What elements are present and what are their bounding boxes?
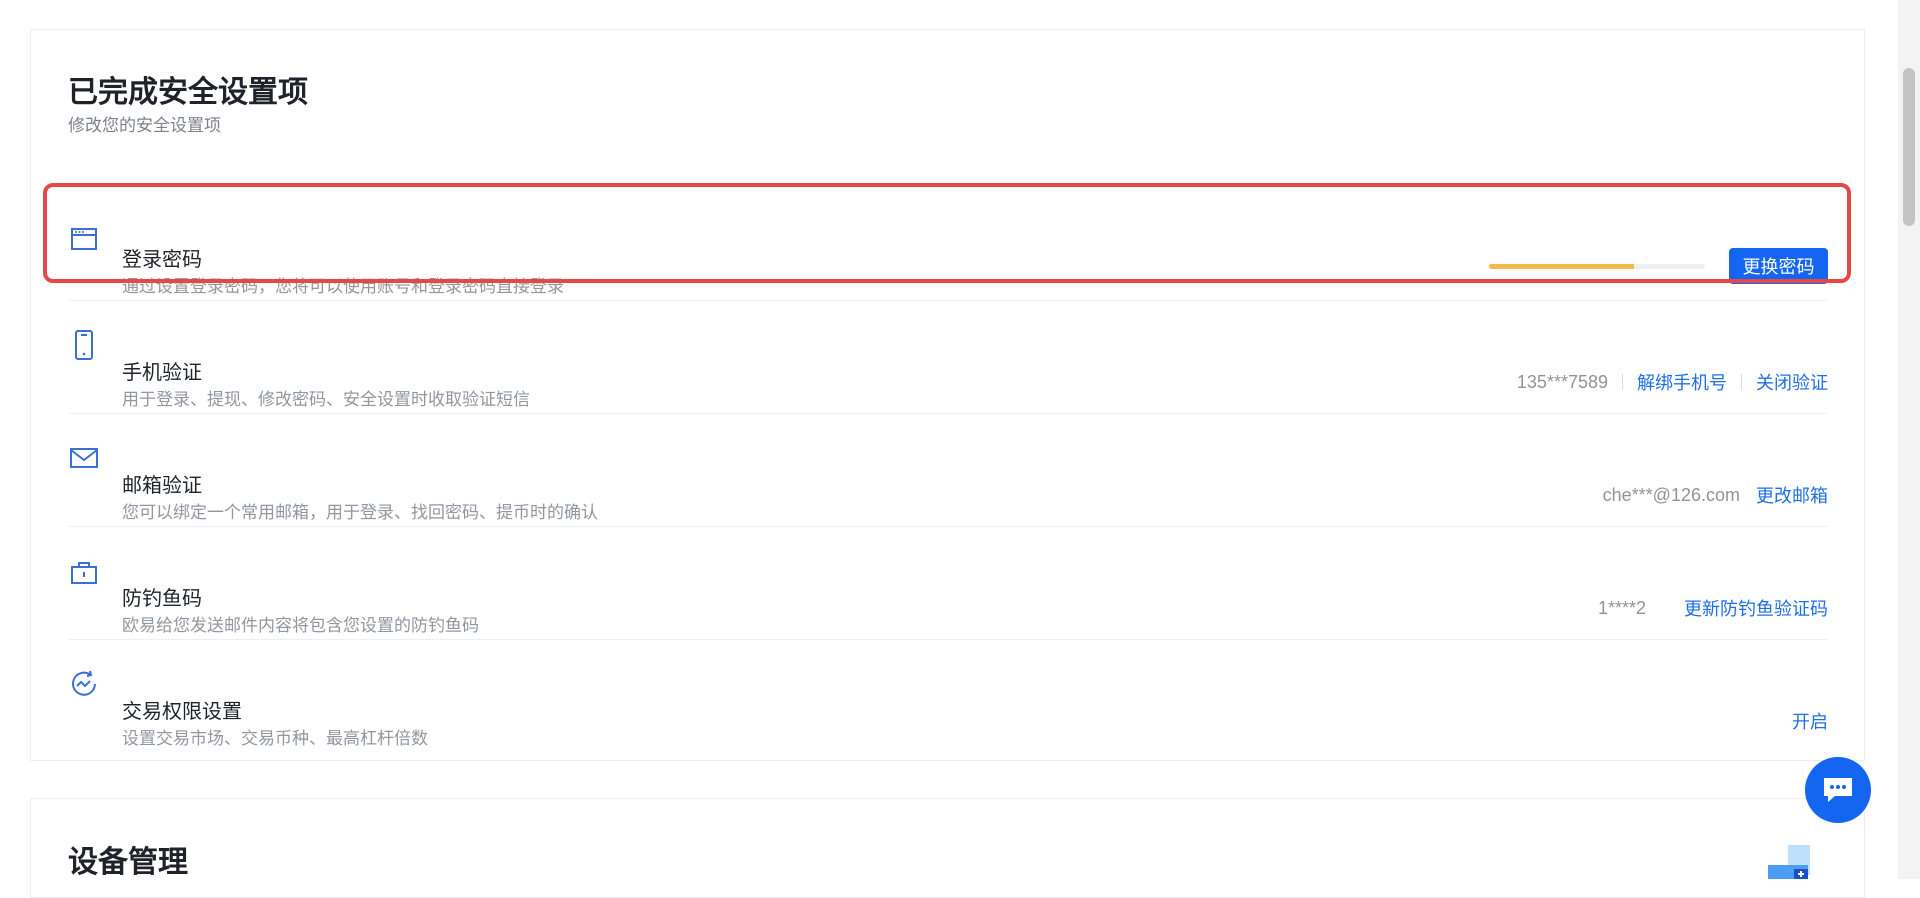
floating-widget-icon[interactable] <box>1764 845 1820 879</box>
anti-phishing-lock-icon <box>68 555 100 587</box>
enable-trade-permission-link[interactable]: 开启 <box>1792 708 1828 734</box>
divider <box>1622 374 1623 390</box>
update-anti-phishing-code-link[interactable]: 更新防钓鱼验证码 <box>1684 595 1828 621</box>
change-email-link[interactable]: 更改邮箱 <box>1756 482 1828 508</box>
chat-bubble-icon <box>1824 778 1852 802</box>
section-title: 设备管理 <box>68 846 188 879</box>
mobile-phone-icon <box>68 329 100 361</box>
item-description: 欧易给您发送邮件内容将包含您设置的防钓鱼码 <box>122 616 479 635</box>
envelope-icon <box>68 442 100 474</box>
item-name: 交易权限设置 <box>122 701 242 723</box>
section-title: 已完成安全设置项 <box>68 76 308 109</box>
scrollbar-thumb[interactable] <box>1903 68 1915 226</box>
row-email-verification: 邮箱验证 您可以绑定一个常用邮箱，用于登录、找回密码、提币时的确认 che***… <box>68 414 1828 527</box>
highlight-box-login-password <box>43 183 1851 283</box>
security-settings-card: 已完成安全设置项 修改您的安全设置项 登录密码 通过设置登录密码，您将可以使用账… <box>30 29 1865 761</box>
trade-permission-actions: 开启 <box>1792 708 1828 734</box>
masked-anti-phishing-code: 1****2 <box>1597 597 1646 618</box>
row-phone-verification: 手机验证 用于登录、提现、修改密码、安全设置时收取验证短信 135***7589… <box>68 301 1828 414</box>
divider <box>1741 374 1742 390</box>
row-anti-phishing-code: 防钓鱼码 欧易给您发送邮件内容将包含您设置的防钓鱼码 1****2 更新防钓鱼验… <box>68 527 1828 640</box>
vertical-scrollbar[interactable] <box>1898 0 1920 879</box>
masked-phone-number: 135***7589 <box>1516 371 1608 392</box>
item-description: 用于登录、提现、修改密码、安全设置时收取验证短信 <box>122 390 530 409</box>
item-description: 您可以绑定一个常用邮箱，用于登录、找回密码、提币时的确认 <box>122 503 598 522</box>
row-trade-permission: 交易权限设置 设置交易市场、交易币种、最高杠杆倍数 开启 <box>68 640 1828 753</box>
item-name: 邮箱验证 <box>122 475 202 497</box>
email-actions: che***@126.com 更改邮箱 <box>1603 482 1828 508</box>
section-subtitle: 修改您的安全设置项 <box>68 116 221 135</box>
phone-actions: 135***7589 解绑手机号 关闭验证 <box>1517 369 1828 395</box>
item-name: 手机验证 <box>122 362 202 384</box>
device-management-card: 设备管理 <box>30 798 1865 898</box>
masked-email: che***@126.com <box>1602 484 1740 505</box>
item-name: 防钓鱼码 <box>122 588 202 610</box>
chat-support-button[interactable] <box>1805 757 1871 823</box>
trade-permission-icon <box>68 668 100 700</box>
disable-verification-link[interactable]: 关闭验证 <box>1756 369 1828 395</box>
item-description: 设置交易市场、交易币种、最高杠杆倍数 <box>122 729 428 748</box>
anti-phishing-actions: 1****2 更新防钓鱼验证码 <box>1598 595 1828 621</box>
unbind-phone-link[interactable]: 解绑手机号 <box>1637 369 1727 395</box>
